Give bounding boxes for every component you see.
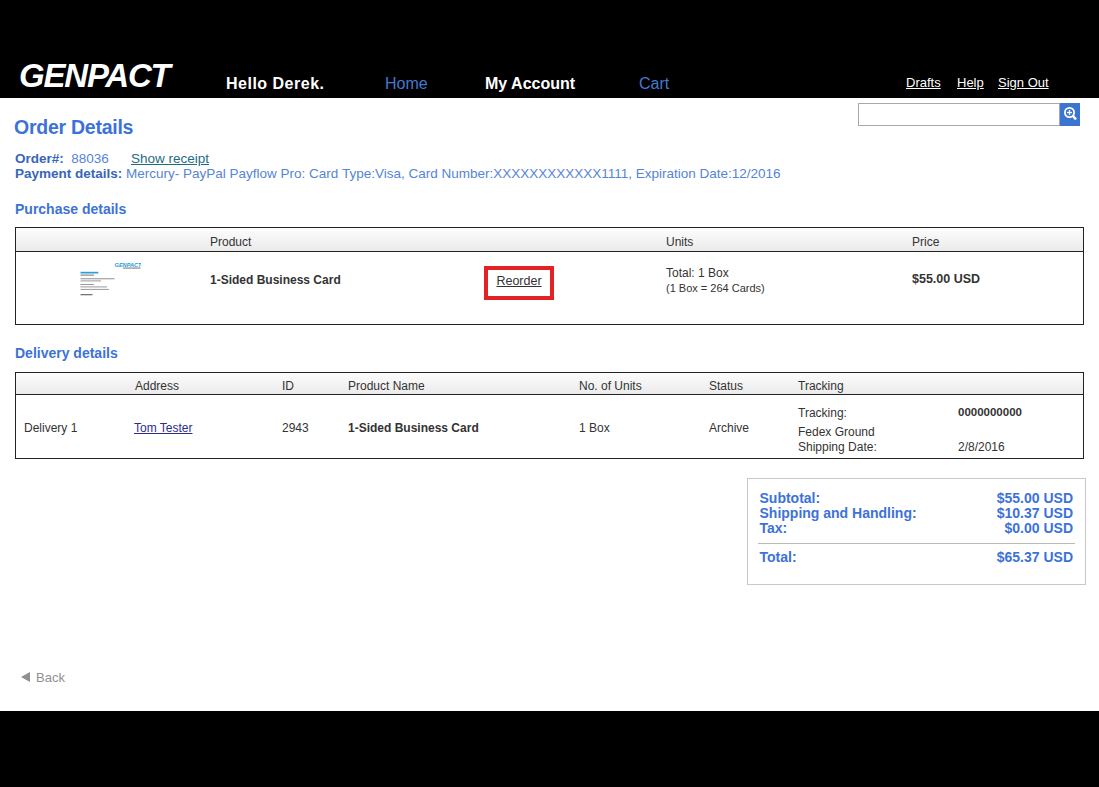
svg-text:GENPACT: GENPACT	[115, 262, 141, 268]
